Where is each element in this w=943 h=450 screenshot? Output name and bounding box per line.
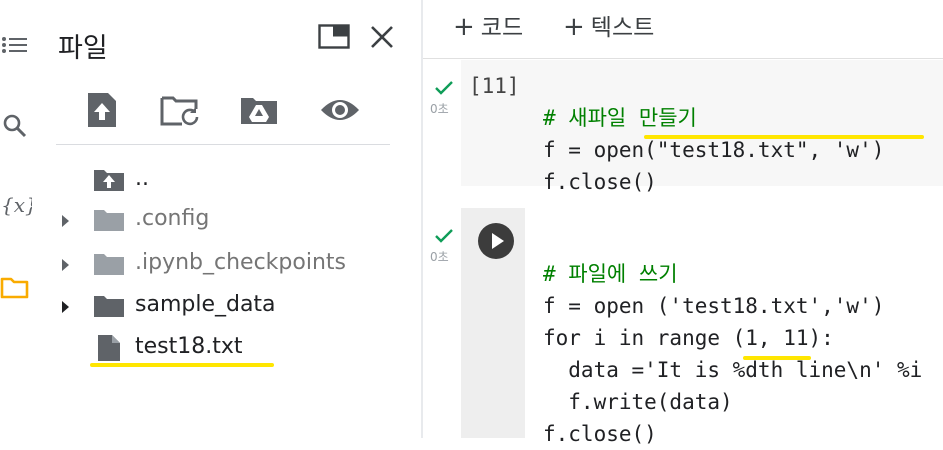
file-tree-item-label: .. [135,166,149,191]
notebook-toolbar: + 코드 + 텍스트 [423,0,943,59]
upload-icon[interactable] [82,90,122,130]
code-cell[interactable]: 0초 # 파일에 쓰기 f = open ('test18.txt','w') … [423,208,943,446]
file-tree-item-sample-data[interactable]: sample_data [44,286,422,326]
file-tree-item-label: .config [135,206,210,231]
chevron-right-icon[interactable] [60,257,70,271]
play-icon [492,233,504,249]
search-icon[interactable] [0,110,32,140]
code-line: f = open ('test18.txt','w') [543,294,885,318]
folder-icon [92,207,126,233]
code-line: for i in range (1, 11): [543,326,834,350]
execution-time: 0초 [430,250,449,264]
chevron-right-icon[interactable] [60,299,70,313]
code-line: # 파일에 쓰기 [543,262,678,286]
run-cell-button[interactable] [478,223,514,259]
highlight-underline [743,356,811,360]
plus-icon: + [453,12,475,42]
success-check-icon [434,228,454,244]
file-tree-item-test18[interactable]: test18.txt [44,328,422,368]
plus-icon: + [563,12,585,42]
code-line: f.close() [543,170,657,194]
svg-text:{x}: {x} [1,193,32,217]
variables-icon[interactable]: {x} [0,190,38,220]
open-in-window-icon[interactable] [318,24,350,54]
left-rail: {x} [0,0,44,438]
code-cell[interactable]: 0초 [11] # 새파일 만들기 f = open("test18.txt",… [423,60,943,194]
folder-icon [92,251,126,277]
folder-icon[interactable] [0,272,32,302]
file-panel: 파일 .. .config .ipynb_checkpoints sample_… [44,0,422,438]
drive-icon[interactable] [239,90,279,130]
panel-divider [56,144,390,145]
execution-count: [11] [469,74,520,98]
add-code-button[interactable]: + 코드 [453,8,523,42]
code-line: f.write(data) [543,390,733,414]
file-tree-item-label: .ipynb_checkpoints [135,250,346,275]
success-check-icon [434,80,454,96]
code-line: f = open("test18.txt", 'w') [543,138,885,162]
cell-editor[interactable]: [11] # 새파일 만들기 f = open("test18.txt", 'w… [461,60,943,194]
eye-icon[interactable] [319,90,359,130]
code-line: data ='It is %dth line\n' %i [543,358,923,382]
close-icon[interactable] [370,25,394,53]
file-tree-item-config[interactable]: .config [44,200,422,240]
execution-time: 0초 [430,102,449,116]
notebook-area: + 코드 + 텍스트 0초 [11] # 새파일 만들기 f = open("tes… [423,0,943,446]
code-text[interactable]: # 파일에 쓰기 f = open ('test18.txt','w') for… [543,226,922,450]
parent-folder-icon [92,167,126,193]
toc-icon[interactable] [0,30,32,60]
refresh-folder-icon[interactable] [159,90,199,130]
code-line: # 새파일 만들기 [543,106,697,130]
code-text[interactable]: # 새파일 만들기 f = open("test18.txt", 'w') f.… [543,70,884,198]
code-line: f.close() [543,422,657,446]
folder-icon [92,293,126,319]
file-tree-item-label: test18.txt [135,334,243,359]
panel-title: 파일 [58,33,108,64]
chevron-right-icon[interactable] [60,213,70,227]
highlight-underline [644,135,924,139]
file-tree-item-label: sample_data [135,292,276,317]
file-tree-parent-row[interactable]: .. [44,160,422,200]
file-icon [96,333,130,361]
highlight-underline [90,363,274,367]
file-tree-item-ipynb-checkpoints[interactable]: .ipynb_checkpoints [44,244,422,284]
add-text-button[interactable]: + 텍스트 [563,8,654,42]
